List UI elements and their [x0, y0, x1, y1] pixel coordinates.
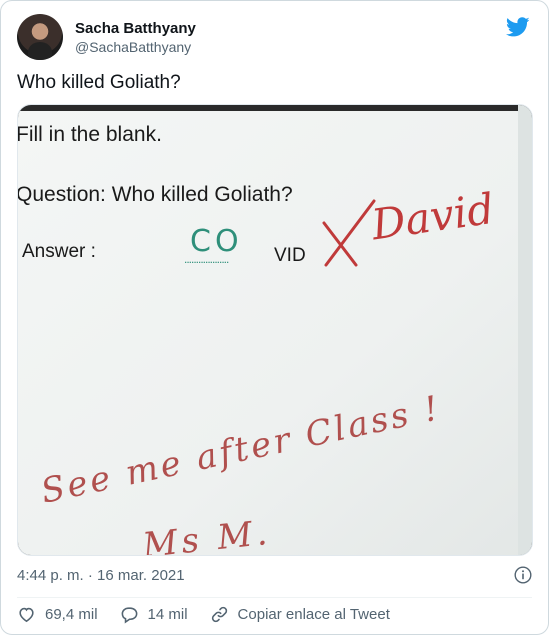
info-icon[interactable] [514, 566, 532, 584]
heart-icon [19, 607, 34, 623]
author-display-name[interactable]: Sacha Batthyany [75, 19, 196, 38]
tweet-card: Sacha Batthyany @SachaBatthyany Who kill… [0, 0, 549, 635]
paper-edge [518, 105, 532, 555]
reply-button[interactable]: 14 mil [120, 605, 188, 624]
photo-answer-label: Answer : [22, 241, 96, 262]
reply-count: 14 mil [147, 606, 188, 623]
photo-question: Question: Who killed Goliath? [18, 183, 293, 206]
printed-vid: VID [274, 245, 306, 266]
like-button[interactable]: 69,4 mil [17, 605, 98, 624]
photo-line1: Fill in the blank. [18, 123, 162, 146]
tweet-photo[interactable]: Fill in the blank. Question: Who killed … [17, 104, 533, 556]
tweet-text: Who killed Goliath? [17, 72, 181, 93]
avatar[interactable] [17, 14, 63, 60]
photo-canvas: Fill in the blank. Question: Who killed … [18, 105, 532, 555]
tweet-actions: 69,4 mil 14 mil Copiar enlace al Tweet [17, 605, 412, 624]
copy-link-button[interactable]: Copiar enlace al Tweet [210, 605, 390, 624]
link-icon [211, 606, 227, 623]
tweet-timestamp[interactable]: 4:44 p. m. · 16 mar. 2021 [17, 566, 185, 586]
tweet-header: Sacha Batthyany @SachaBatthyany [17, 13, 196, 61]
twitter-bird-icon[interactable] [506, 15, 530, 39]
author-handle[interactable]: @SachaBatthyany [75, 38, 196, 56]
author-names: Sacha Batthyany @SachaBatthyany [75, 19, 196, 56]
reply-bubble-icon [121, 607, 137, 624]
divider [17, 597, 532, 598]
copy-link-label: Copiar enlace al Tweet [237, 606, 390, 623]
like-count: 69,4 mil [45, 606, 98, 623]
handwritten-co: CO [190, 224, 243, 259]
